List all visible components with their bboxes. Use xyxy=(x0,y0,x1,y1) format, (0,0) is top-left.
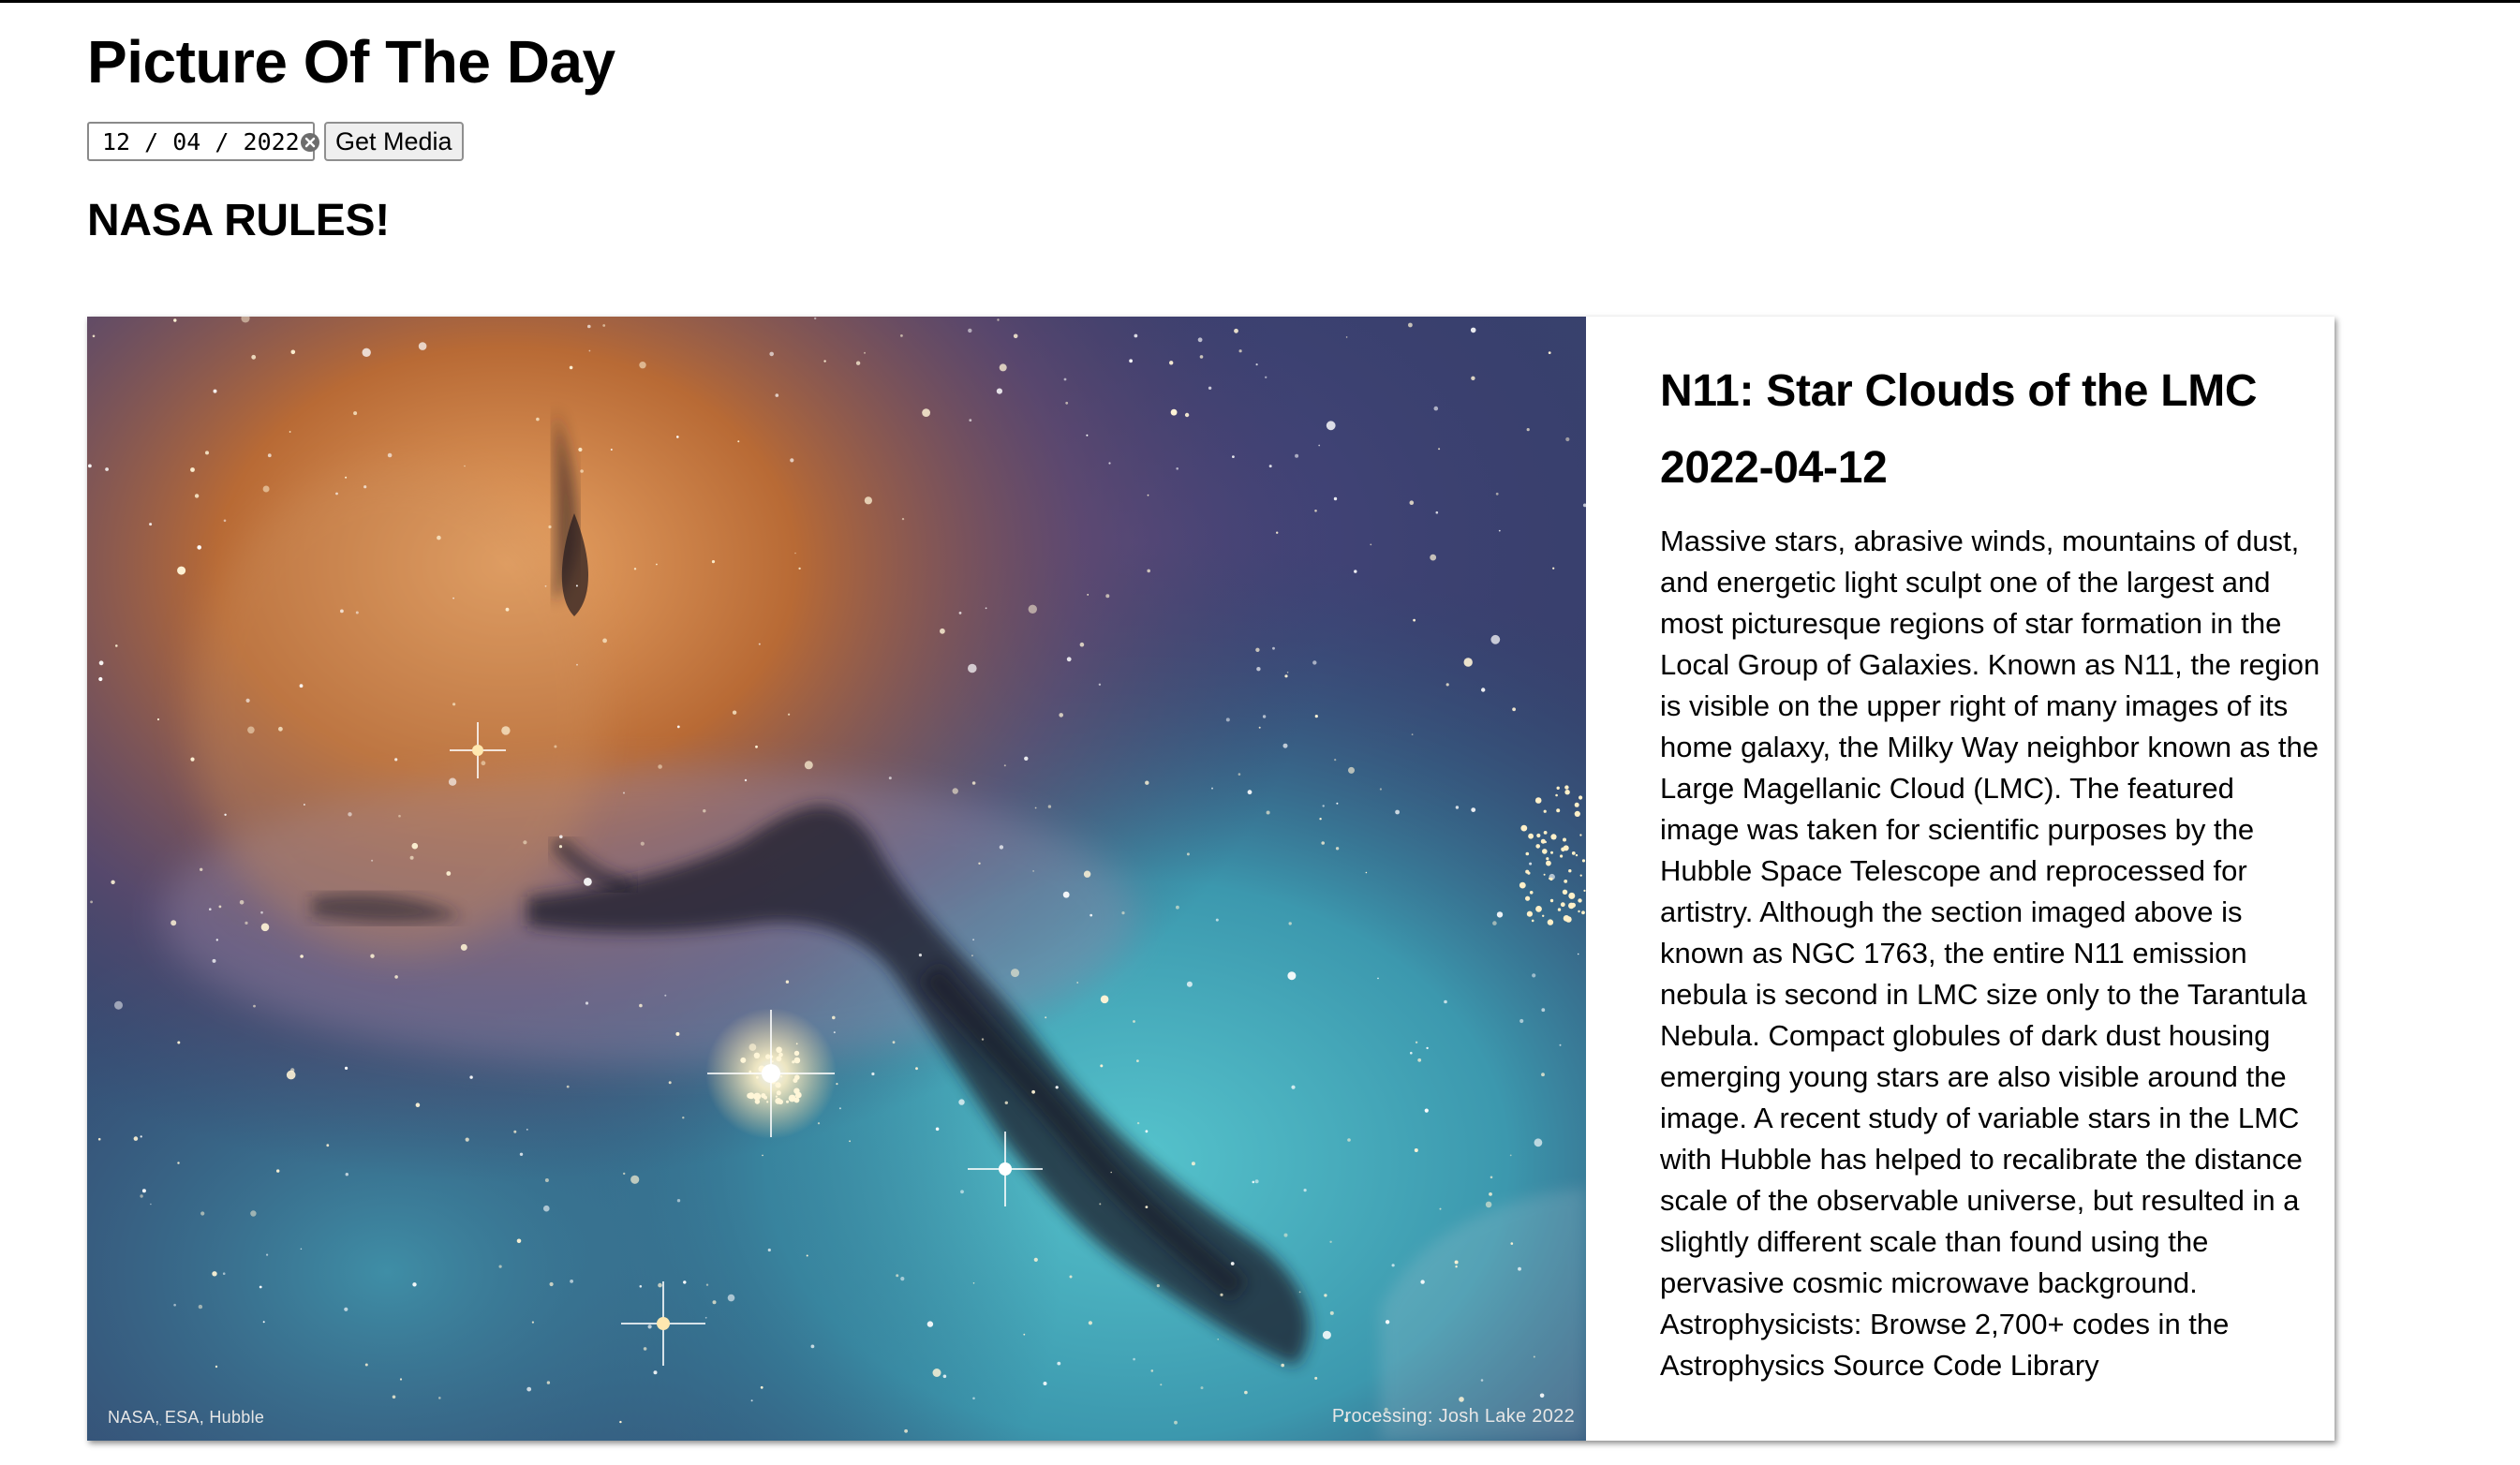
get-media-button[interactable]: Get Media xyxy=(324,122,464,161)
date-value[interactable]: 12 / 04 / 2022 xyxy=(102,128,300,155)
image-credit-right: Processing: Josh Lake 2022 xyxy=(1331,1406,1575,1427)
apod-image: NASA, ESA, Hubble Processing: Josh Lake … xyxy=(87,317,1586,1441)
date-input[interactable]: 12 / 04 / 2022 xyxy=(87,122,319,161)
nebula-picture xyxy=(87,317,1586,1441)
image-credit-left: NASA, ESA, Hubble xyxy=(108,1408,265,1427)
top-border xyxy=(0,0,2520,3)
clear-date-icon[interactable] xyxy=(300,131,320,152)
apod-card: NASA, ESA, Hubble Processing: Josh Lake … xyxy=(87,317,2335,1441)
apod-title: N11: Star Clouds of the LMC xyxy=(1660,366,2258,416)
page-title: Picture Of The Day xyxy=(87,28,615,96)
apod-date: 2022-04-12 xyxy=(1660,443,1888,493)
date-controls: 12 / 04 / 2022 Get Media xyxy=(87,122,464,161)
apod-info: N11: Star Clouds of the LMC 2022-04-12 M… xyxy=(1660,363,2320,1386)
apod-explanation: Massive stars, abrasive winds, mountains… xyxy=(1660,525,2320,1382)
nasa-rules-heading: NASA RULES! xyxy=(87,196,390,245)
